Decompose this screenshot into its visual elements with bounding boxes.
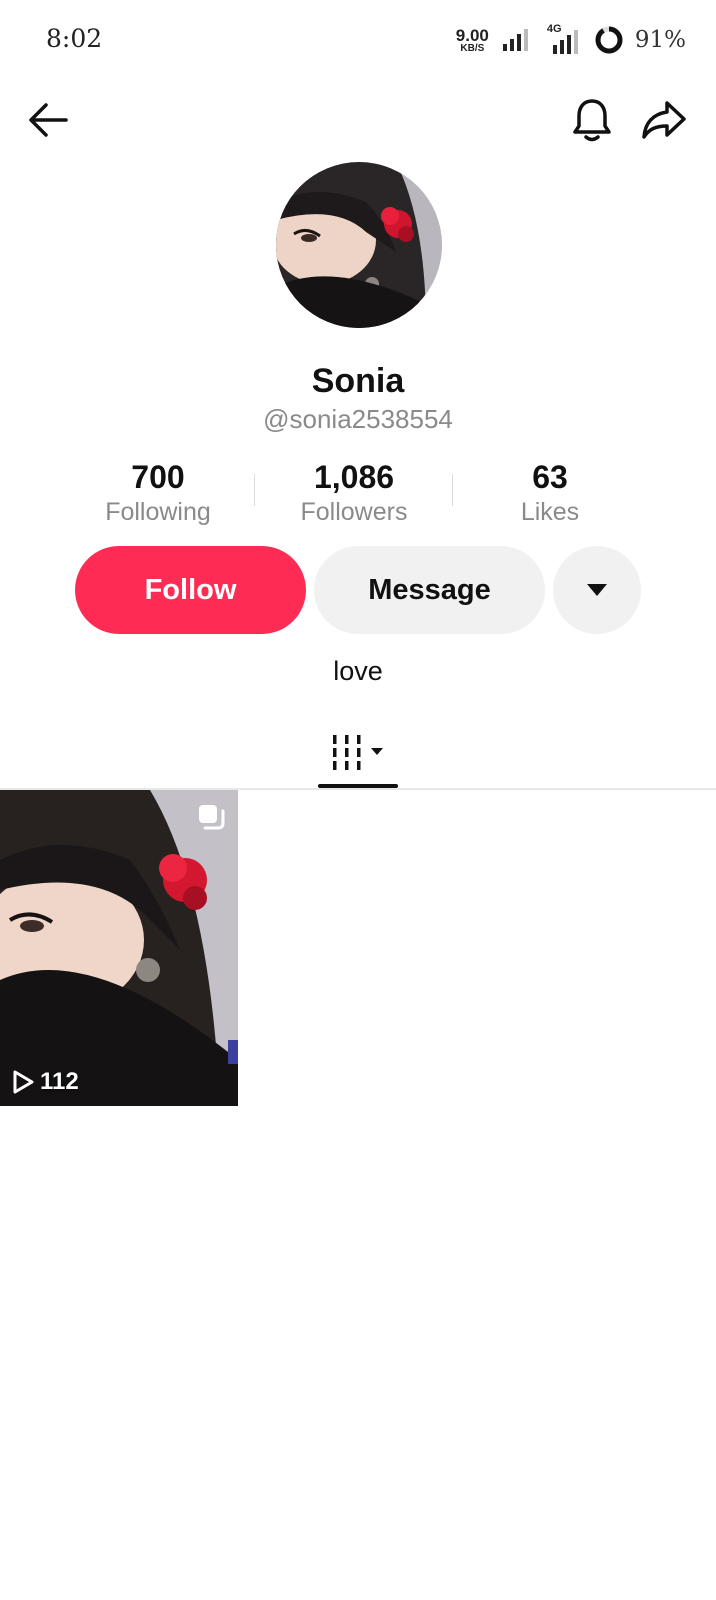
wifi-signal-icon <box>502 29 528 51</box>
stat-label: Likes <box>520 498 580 526</box>
follow-button[interactable]: Follow <box>75 546 306 634</box>
top-navigation <box>0 90 716 154</box>
multi-photo-icon <box>199 805 225 830</box>
stat-value: 1,086 <box>313 459 395 495</box>
cell-signal-icon <box>552 30 578 54</box>
back-button[interactable] <box>22 94 74 146</box>
stat-following[interactable]: 700 Following <box>58 458 258 528</box>
battery-percent: 91% <box>634 27 686 53</box>
stat-value: 63 <box>532 459 568 495</box>
profile-stats: 700 Following 1,086 Followers 63 Likes <box>58 458 658 530</box>
bell-icon <box>573 99 611 142</box>
more-options-button[interactable] <box>553 546 641 634</box>
arrow-left-icon <box>29 103 68 137</box>
videos-grid-icon <box>333 735 383 770</box>
status-indicators: 9.00 KB/S 4G 91% <box>456 22 686 58</box>
video-tile[interactable]: 112 <box>0 790 238 1106</box>
notification-bell-button[interactable] <box>566 94 618 146</box>
network-speed-value: 9.00 <box>455 25 489 45</box>
battery-icon <box>595 26 623 54</box>
profile-bio: love <box>333 656 383 686</box>
stat-followers[interactable]: 1,086 Followers <box>254 458 454 528</box>
profile-avatar[interactable] <box>276 162 442 328</box>
share-icon <box>642 101 686 139</box>
tab-active-indicator <box>318 784 398 788</box>
caret-down-icon <box>587 584 607 596</box>
cell-signal: 4G <box>541 23 583 55</box>
stat-label: Followers <box>300 498 408 526</box>
stat-likes[interactable]: 63 Likes <box>450 458 650 528</box>
network-speed-unit: KB/S <box>460 42 485 54</box>
status-bar: 8:02 9.00 KB/S 4G 91% <box>0 0 716 84</box>
network-speed: 9.00 KB/S <box>456 27 489 54</box>
avatar-photo <box>276 162 442 328</box>
play-icon <box>13 1070 34 1094</box>
content-tab-bar <box>0 718 716 790</box>
profile-actions: Follow Message <box>0 546 716 634</box>
view-count-label: 112 <box>40 1068 79 1095</box>
video-view-count: 112 <box>12 1068 79 1096</box>
stat-label: Following <box>105 498 211 526</box>
share-button[interactable] <box>636 94 692 146</box>
video-thumbnail <box>0 790 238 1106</box>
display-name: Sonia <box>311 362 405 400</box>
status-time: 8:02 <box>46 24 103 53</box>
stat-value: 700 <box>131 459 185 495</box>
message-button[interactable]: Message <box>314 546 545 634</box>
username: @sonia2538554 <box>263 404 453 434</box>
tab-videos[interactable] <box>318 718 398 788</box>
